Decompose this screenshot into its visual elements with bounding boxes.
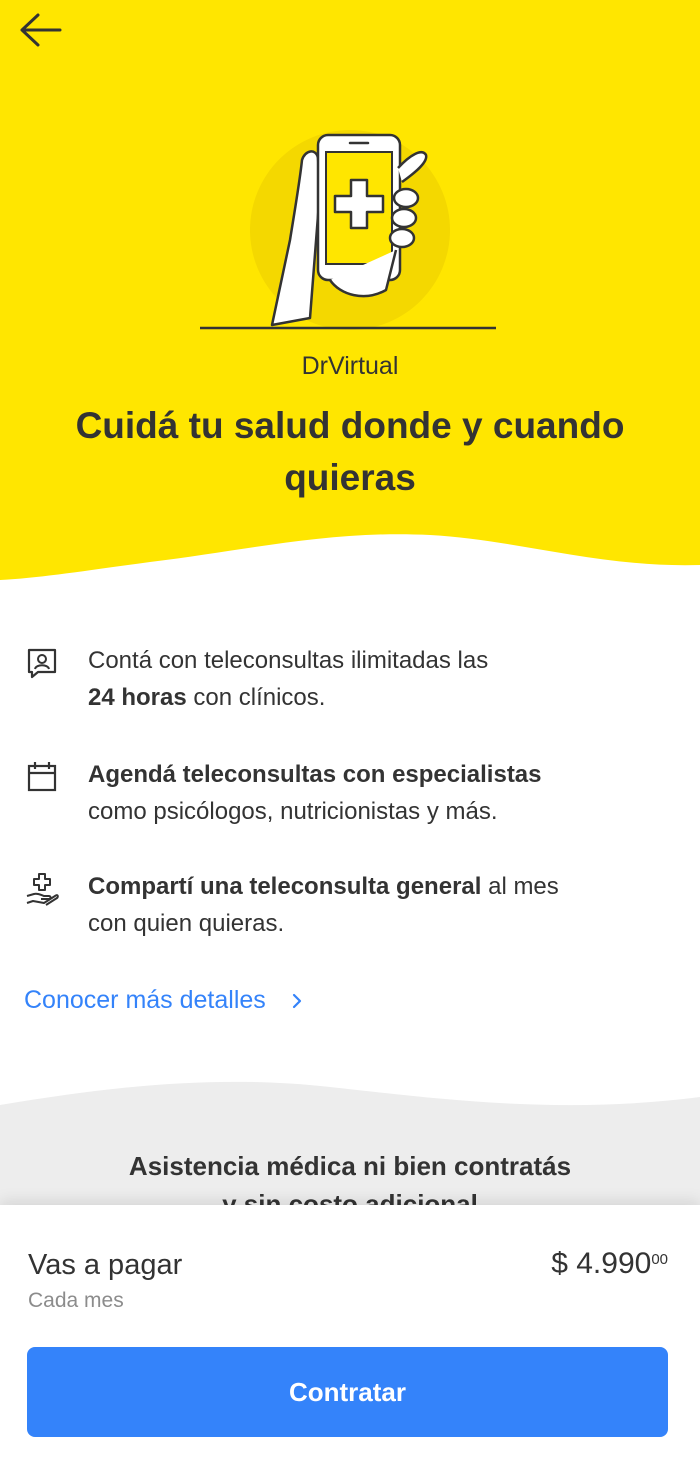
details-link[interactable]: Conocer más detalles [24, 986, 304, 1015]
price-main: $ 4.990 [551, 1247, 652, 1280]
benefit-text: Agendá teleconsultas con especialistas c… [88, 761, 542, 825]
promo-section: Asistencia médica ni bien contratás y si… [0, 1075, 700, 1215]
hero-section: DrVirtual Cuidá tu salud donde y cuando … [0, 0, 700, 590]
arrow-left-icon [20, 13, 62, 47]
price: $ 4.99000 [551, 1247, 668, 1281]
details-link-label: Conocer más detalles [24, 986, 266, 1014]
phone-medical-cross-icon [200, 130, 496, 330]
page-title: Cuidá tu salud donde y cuando quieras [75, 405, 625, 498]
calendar-icon [27, 762, 57, 792]
contratar-button[interactable]: Contratar [27, 1347, 668, 1437]
chevron-right-icon [292, 993, 301, 1008]
chat-doctor-icon [27, 648, 57, 679]
brand-label: DrVirtual [301, 352, 399, 380]
benefit-text: Compartí una teleconsulta general al mes… [88, 873, 559, 937]
pay-period: Cada mes [28, 1289, 124, 1312]
hand-plus-icon [26, 873, 59, 906]
back-button[interactable] [16, 8, 66, 52]
pay-label: Vas a pagar [28, 1249, 183, 1281]
payment-footer: Vas a pagar Cada mes $ 4.99000 Contratar [0, 1205, 700, 1460]
benefit-text: Contá con teleconsultas ilimitadas las 2… [88, 647, 489, 711]
price-cents: 00 [651, 1251, 668, 1268]
